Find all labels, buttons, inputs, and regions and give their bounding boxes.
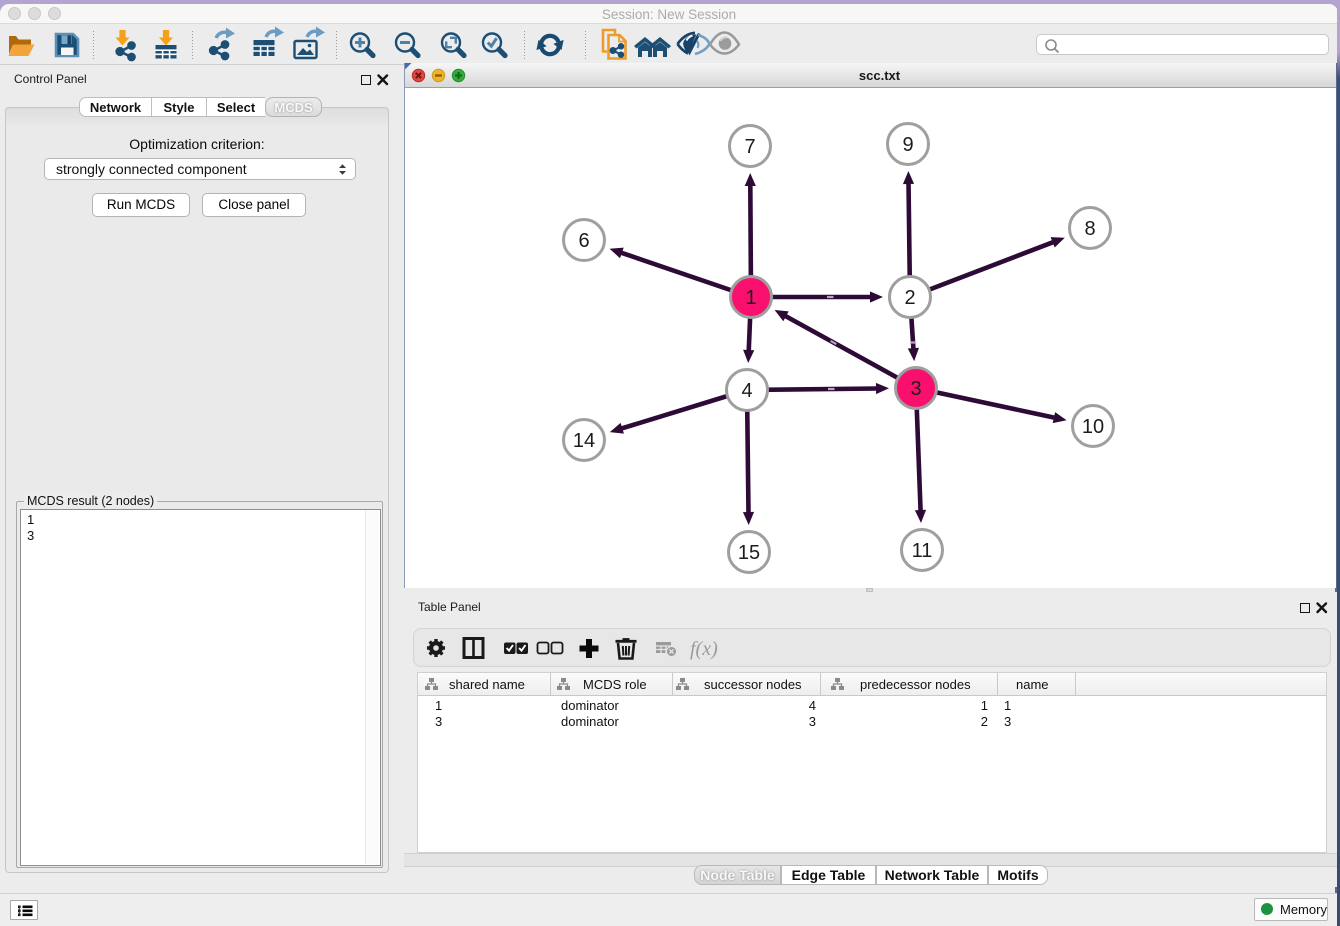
svg-text:4: 4 [741,380,752,402]
svg-text:1: 1 [745,287,756,309]
svg-text:3: 3 [910,378,921,400]
svg-text:8: 8 [1084,218,1095,240]
svg-text:15: 15 [738,542,760,564]
svg-text:6: 6 [578,230,589,252]
svg-text:7: 7 [744,136,755,158]
svg-text:10: 10 [1082,416,1104,438]
svg-text:f(x): f(x) [690,638,718,660]
svg-text:11: 11 [912,540,933,562]
svg-text:9: 9 [902,134,913,156]
svg-text:2: 2 [904,287,915,309]
svg-text:14: 14 [573,430,595,452]
